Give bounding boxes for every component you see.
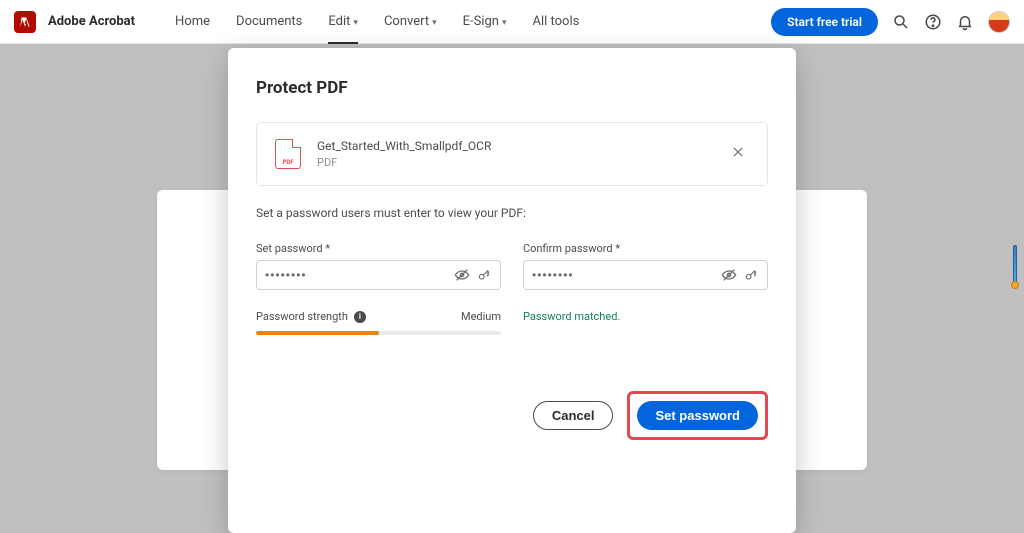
confirm-password-label-text: Confirm password — [523, 242, 613, 255]
nav-esign[interactable]: E-Sign▾ — [463, 0, 507, 43]
cancel-button[interactable]: Cancel — [533, 401, 614, 430]
file-card: PDF Get_Started_With_Smallpdf_OCR PDF — [256, 122, 768, 186]
password-manager-icon[interactable] — [476, 267, 492, 283]
instruction-text: Set a password users must enter to view … — [256, 206, 768, 220]
nav-convert[interactable]: Convert▾ — [384, 0, 437, 43]
confirm-password-input-wrap — [523, 260, 768, 290]
modal-overlay: Protect PDF PDF Get_Started_With_Smallpd… — [0, 44, 1024, 533]
nav-edit[interactable]: Edit▾ — [328, 0, 358, 43]
modal-footer: Cancel Set password — [256, 391, 768, 440]
top-bar-right: Start free trial — [771, 8, 1010, 36]
chevron-down-icon: ▾ — [432, 18, 437, 28]
start-free-trial-button[interactable]: Start free trial — [771, 8, 878, 36]
info-icon[interactable]: i — [354, 311, 366, 323]
set-password-label-text: Set password — [256, 242, 323, 255]
pdf-file-icon: PDF — [275, 139, 301, 169]
thermometer-widget — [1010, 245, 1020, 289]
nav-home[interactable]: Home — [175, 0, 210, 43]
notifications-icon[interactable] — [956, 13, 974, 31]
set-password-col: Set password * P — [256, 242, 501, 335]
protect-pdf-modal: Protect PDF PDF Get_Started_With_Smallpd… — [228, 48, 796, 533]
nav-convert-label: Convert — [384, 14, 429, 29]
password-strength-row: Password strength i Medium — [256, 310, 501, 323]
file-name: Get_Started_With_Smallpdf_OCR — [317, 139, 711, 153]
top-nav: Home Documents Edit▾ Convert▾ E-Sign▾ Al… — [175, 0, 579, 43]
avatar[interactable] — [988, 11, 1010, 33]
remove-file-button[interactable] — [727, 141, 749, 167]
required-asterisk: * — [325, 242, 330, 255]
chevron-down-icon: ▾ — [353, 18, 358, 28]
password-strength-label: Password strength i — [256, 310, 366, 323]
search-icon[interactable] — [892, 13, 910, 31]
toggle-visibility-icon[interactable] — [454, 267, 470, 283]
top-bar: Adobe Acrobat Home Documents Edit▾ Conve… — [0, 0, 1024, 44]
modal-title: Protect PDF — [256, 78, 768, 98]
adobe-logo-icon — [14, 11, 36, 33]
toggle-visibility-icon[interactable] — [721, 267, 737, 283]
strength-label-text: Password strength — [256, 310, 348, 323]
nav-esign-label: E-Sign — [463, 14, 499, 29]
set-password-label: Set password * — [256, 242, 501, 255]
help-icon[interactable] — [924, 13, 942, 31]
chevron-down-icon: ▾ — [502, 18, 507, 28]
thermometer-bulb-icon — [1011, 281, 1019, 289]
nav-alltools[interactable]: All tools — [532, 0, 579, 43]
strength-level: Medium — [461, 310, 501, 323]
password-form-row: Set password * P — [256, 242, 768, 335]
file-meta: Get_Started_With_Smallpdf_OCR PDF — [317, 139, 711, 169]
file-type: PDF — [317, 156, 711, 169]
password-matched-message: Password matched. — [523, 310, 768, 323]
strength-bar — [256, 331, 501, 335]
nav-documents[interactable]: Documents — [236, 0, 302, 43]
confirm-password-col: Confirm password * Password matched. — [523, 242, 768, 335]
set-password-button[interactable]: Set password — [637, 401, 758, 430]
required-asterisk: * — [615, 242, 620, 255]
set-password-highlight: Set password — [627, 391, 768, 440]
confirm-password-label: Confirm password * — [523, 242, 768, 255]
strength-fill — [256, 331, 379, 335]
nav-edit-label: Edit — [328, 14, 350, 29]
set-password-input[interactable] — [265, 268, 454, 282]
thermometer-stem-icon — [1013, 245, 1017, 283]
brand-name: Adobe Acrobat — [48, 14, 135, 29]
confirm-password-input[interactable] — [532, 268, 721, 282]
password-manager-icon[interactable] — [743, 267, 759, 283]
pdf-icon-label: PDF — [282, 159, 293, 166]
set-password-input-wrap — [256, 260, 501, 290]
